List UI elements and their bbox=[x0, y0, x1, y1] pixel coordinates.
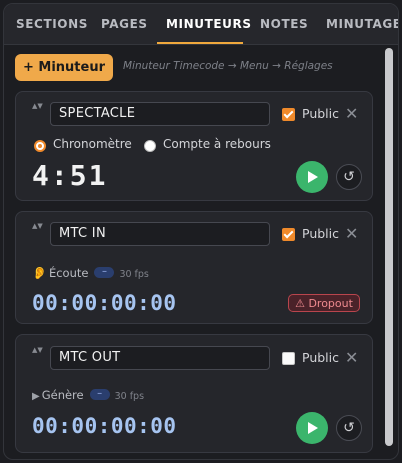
mtc-status: 👂 Écoute –30 fps bbox=[32, 262, 149, 280]
mtc-badge: – bbox=[94, 267, 115, 278]
timecode-hint: Minuteur Timecode → Menu → Réglages bbox=[123, 60, 333, 72]
public-checkbox[interactable] bbox=[282, 228, 295, 241]
tab-minuteurs[interactable]: MINUTEURS bbox=[166, 4, 252, 44]
tab-minutage[interactable]: MINUTAGE bbox=[326, 4, 398, 44]
radio-chronometre-label: Chronomètre bbox=[53, 137, 132, 151]
timer-card-spectacle: ▲▼ SPECTACLE Public ✕ Chronomètre Compte… bbox=[15, 91, 373, 201]
status-label: Écoute bbox=[48, 266, 89, 280]
public-label: Public bbox=[302, 350, 339, 365]
dropout-label: Dropout bbox=[308, 297, 353, 310]
ear-icon: 👂 bbox=[32, 266, 47, 280]
timer-card-mtc-out: ▲▼ MTC OUT Public ✕ ▶ Génère –30 fps 00:00… bbox=[15, 334, 373, 453]
public-label: Public bbox=[302, 106, 339, 121]
play-small-icon: ▶ bbox=[32, 391, 40, 402]
public-checkbox[interactable] bbox=[282, 108, 295, 121]
reset-icon[interactable]: ↺ bbox=[336, 415, 362, 441]
drag-handle-icon[interactable]: ▲▼ bbox=[32, 102, 43, 110]
timer-card-mtc-in: ▲▼ MTC IN Public ✕ 👂 Écoute –30 fps 00:00:… bbox=[15, 211, 373, 324]
radio-chronometre[interactable] bbox=[34, 140, 46, 152]
timecode-display: 00:00:00:00 bbox=[32, 291, 177, 315]
timer-name-input[interactable]: MTC OUT bbox=[50, 346, 270, 370]
status-label: Génère bbox=[41, 388, 84, 402]
reset-icon[interactable]: ↺ bbox=[336, 164, 362, 190]
mtc-badge: – bbox=[89, 389, 110, 400]
scrollbar-thumb[interactable] bbox=[385, 48, 393, 446]
dropout-badge: ⚠ Dropout bbox=[288, 294, 360, 312]
active-tab-indicator bbox=[157, 42, 243, 44]
close-icon[interactable]: ✕ bbox=[345, 350, 358, 366]
timer-name-input[interactable]: MTC IN bbox=[50, 222, 270, 246]
tab-sections[interactable]: SECTIONS bbox=[16, 4, 88, 44]
public-label: Public bbox=[302, 226, 339, 241]
warning-icon: ⚠ bbox=[295, 297, 305, 310]
tab-bar: SECTIONS PAGES MINUTEURS NOTES MINUTAGE bbox=[4, 4, 398, 45]
tab-notes[interactable]: NOTES bbox=[260, 4, 308, 44]
plus-icon: + bbox=[22, 60, 34, 75]
fps-label: 30 fps bbox=[119, 269, 149, 280]
play-button[interactable] bbox=[296, 161, 328, 193]
timer-display: 4:51 bbox=[32, 159, 108, 192]
radio-compte-a-rebours-label: Compte à rebours bbox=[163, 137, 271, 151]
close-icon[interactable]: ✕ bbox=[345, 226, 358, 242]
timer-panel: SECTIONS PAGES MINUTEURS NOTES MINUTAGE … bbox=[3, 3, 399, 460]
public-checkbox[interactable] bbox=[282, 352, 295, 365]
timer-name-input[interactable]: SPECTACLE bbox=[50, 102, 270, 126]
close-icon[interactable]: ✕ bbox=[345, 106, 358, 122]
mtc-status: ▶ Génère –30 fps bbox=[32, 384, 145, 402]
add-timer-button[interactable]: + Minuteur bbox=[15, 54, 113, 81]
timecode-display: 00:00:00:00 bbox=[32, 414, 177, 438]
radio-compte-a-rebours[interactable] bbox=[144, 140, 156, 152]
drag-handle-icon[interactable]: ▲▼ bbox=[32, 346, 43, 354]
tab-pages[interactable]: PAGES bbox=[101, 4, 148, 44]
drag-handle-icon[interactable]: ▲▼ bbox=[32, 222, 43, 230]
fps-label: 30 fps bbox=[114, 391, 145, 402]
add-timer-label: Minuteur bbox=[38, 60, 106, 75]
play-button[interactable] bbox=[296, 412, 328, 444]
